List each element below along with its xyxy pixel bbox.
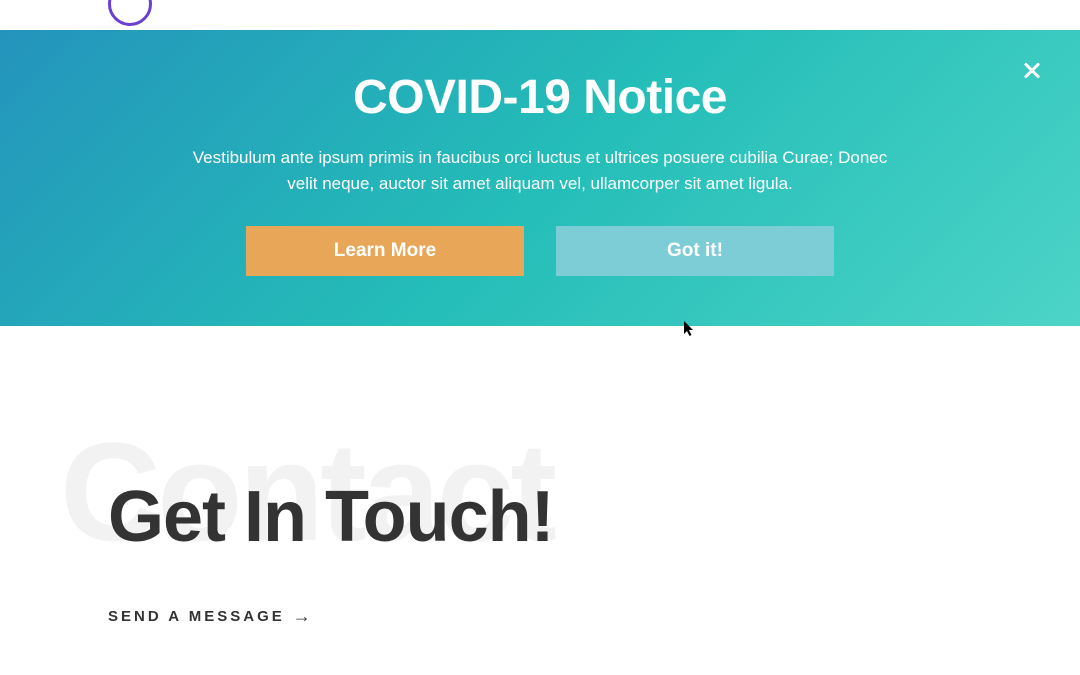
notice-banner: COVID-19 Notice Vestibulum ante ipsum pr…	[0, 30, 1080, 326]
got-it-button[interactable]: Got it!	[556, 226, 834, 276]
learn-more-button[interactable]: Learn More	[246, 226, 524, 276]
close-icon[interactable]	[1020, 58, 1044, 82]
notice-title: COVID-19 Notice	[60, 70, 1020, 125]
notice-text: Vestibulum ante ipsum primis in faucibus…	[180, 145, 900, 196]
arrow-right-icon: →	[293, 606, 314, 627]
main-heading: Get In Touch!	[108, 476, 972, 558]
top-bar	[0, 0, 1080, 30]
cta-label: SEND A MESSAGE	[108, 608, 285, 625]
main-content: Contact Get In Touch! SEND A MESSAGE →	[0, 326, 1080, 667]
logo-icon	[108, 0, 152, 26]
send-message-link[interactable]: SEND A MESSAGE →	[108, 606, 314, 627]
button-row: Learn More Got it!	[60, 226, 1020, 276]
